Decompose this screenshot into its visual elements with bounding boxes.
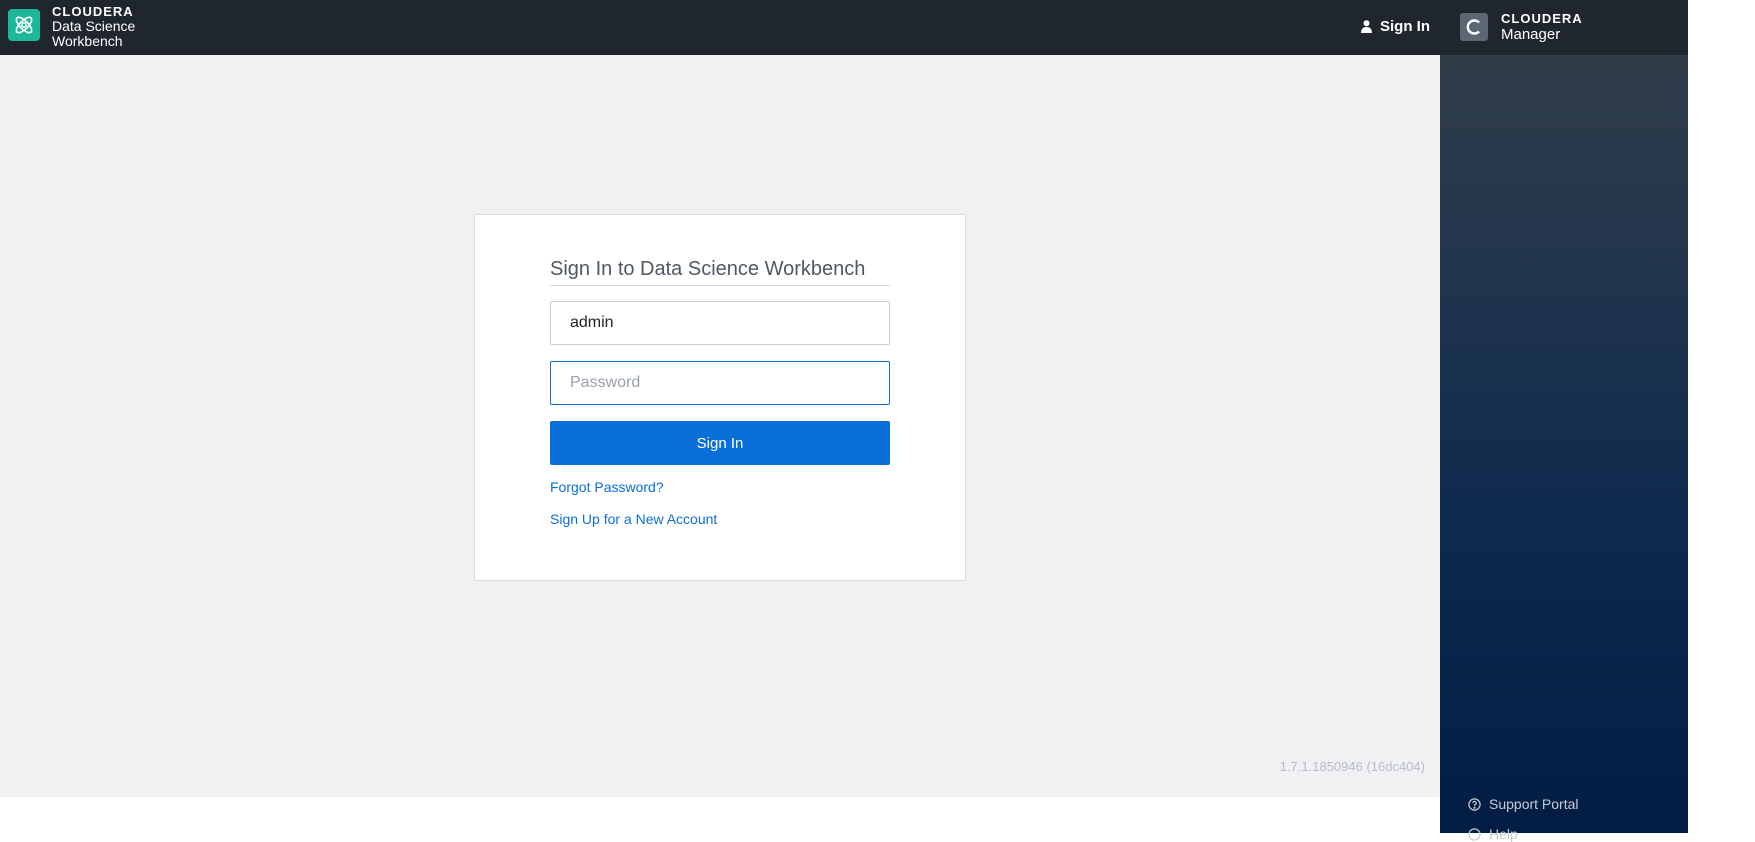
brand-product-line1: Data Science — [52, 18, 136, 34]
topbar-signin-link[interactable]: Sign In — [1361, 18, 1430, 35]
signin-button[interactable]: Sign In — [550, 421, 890, 465]
topbar-signin-label: Sign In — [1380, 18, 1430, 35]
cm-header: CLOUDERA Manager — [1440, 0, 1688, 55]
version-label: 1.7.1.1850946 (16dc404) — [1279, 759, 1425, 774]
cm-brand-text: CLOUDERA Manager — [1501, 11, 1583, 43]
question-circle-icon — [1468, 797, 1481, 811]
cloudera-manager-panel: CLOUDERA Manager Support Portal Help — [1440, 0, 1688, 842]
cloudera-c-icon — [1460, 13, 1488, 41]
page-title: Sign In to Data Science Workbench — [550, 258, 890, 286]
cm-wordmark: CLOUDERA — [1501, 11, 1583, 26]
support-portal-label: Support Portal — [1489, 796, 1579, 812]
blank-margin — [1688, 0, 1755, 833]
cdsw-app: CLOUDERA Data Science Workbench Sign In … — [0, 0, 1440, 797]
brand-product-line2: Workbench — [52, 33, 123, 49]
help-link[interactable]: Help — [1468, 826, 1518, 842]
signup-link[interactable]: Sign Up for a New Account — [550, 511, 717, 527]
user-icon — [1361, 20, 1372, 33]
cm-product-name: Manager — [1501, 26, 1561, 43]
brand-text: CLOUDERA Data Science Workbench — [52, 4, 135, 49]
brand[interactable]: CLOUDERA Data Science Workbench — [8, 4, 135, 49]
atom-logo-icon — [8, 9, 40, 41]
top-navbar: CLOUDERA Data Science Workbench Sign In — [0, 0, 1440, 55]
support-portal-link[interactable]: Support Portal — [1468, 796, 1579, 812]
username-field[interactable] — [550, 301, 890, 345]
signin-card: Sign In to Data Science Workbench Sign I… — [474, 214, 966, 581]
question-circle-icon — [1468, 827, 1481, 841]
forgot-password-link[interactable]: Forgot Password? — [550, 479, 664, 495]
brand-wordmark: CLOUDERA — [52, 4, 134, 19]
help-label: Help — [1489, 826, 1518, 842]
password-field[interactable] — [550, 361, 890, 405]
